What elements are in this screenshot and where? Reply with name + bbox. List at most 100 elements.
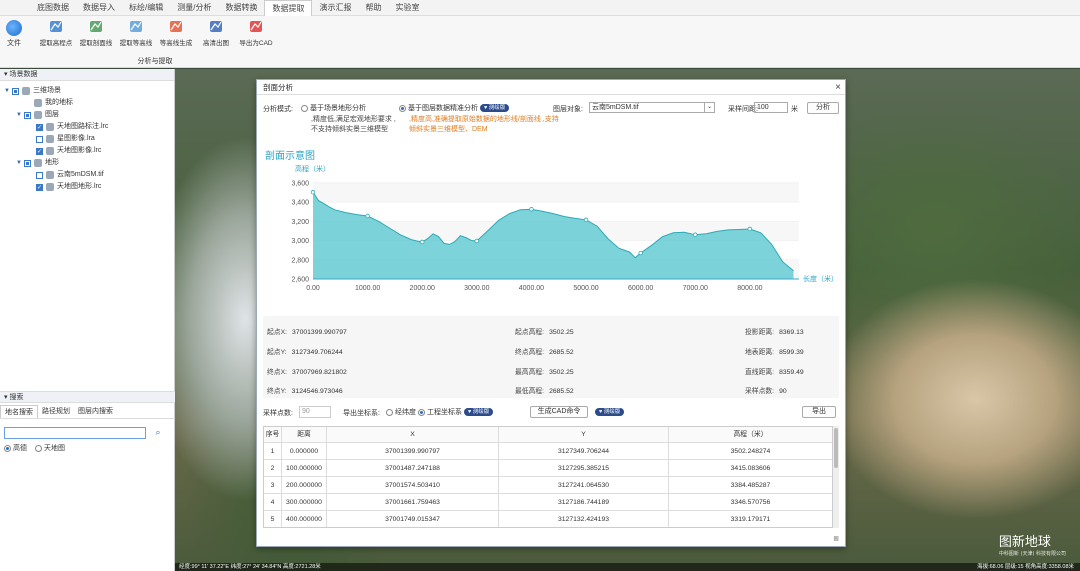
- sample-points-input[interactable]: 90: [299, 406, 331, 418]
- radio-icon: [35, 444, 42, 452]
- y-axis-label: 高程（米）: [295, 164, 330, 173]
- export-button[interactable]: 导出: [802, 406, 836, 418]
- search-input[interactable]: [4, 427, 146, 439]
- stat-value: 90: [779, 388, 787, 395]
- checkbox[interactable]: [24, 111, 31, 119]
- search-source-radio[interactable]: 高德: [4, 443, 27, 453]
- tree-node[interactable]: 天地图路标注.lrc: [4, 121, 174, 134]
- layer-file-icon: [46, 147, 54, 155]
- analyze-button[interactable]: 分析: [807, 102, 839, 114]
- search-source-radio[interactable]: 天地图: [35, 443, 65, 453]
- table-scrollbar[interactable]: [833, 426, 839, 528]
- stat-label: 最高高程:: [515, 369, 545, 376]
- expand-icon[interactable]: ▼: [16, 157, 24, 169]
- column-header[interactable]: Y: [499, 427, 669, 442]
- coord-latlon-radio[interactable]: 经纬度: [386, 407, 416, 417]
- coord-system-label: 导出坐标系:: [343, 410, 380, 417]
- mode-terrain-radio[interactable]: 基于场景地形分析 ,精度低,满足宏观地形要求 ,不支持倾斜实景三维模型: [301, 103, 396, 133]
- search-icon[interactable]: ⌕: [152, 426, 164, 438]
- tree-node[interactable]: 天地图影像.lrc: [4, 145, 174, 158]
- tree-node[interactable]: ▼ 三维场景: [4, 85, 174, 97]
- menu-item[interactable]: 演示汇报: [312, 0, 358, 16]
- table-row[interactable]: 4 300.000000 37001661.759463 3127186.744189…: [264, 494, 832, 511]
- tool-button[interactable]: 等高线生成: [156, 18, 196, 47]
- x-tick-label: 7000.00: [683, 285, 708, 292]
- table-cell: 37001487.247188: [327, 460, 499, 476]
- tool-button[interactable]: 提取高程点: [36, 18, 76, 47]
- table-cell: 3127295.385215: [499, 460, 669, 476]
- tool-button[interactable]: 高清出图: [196, 18, 236, 47]
- file-button[interactable]: 文件: [4, 20, 24, 48]
- table-cell: 3127186.744189: [499, 494, 669, 510]
- table-header: 序号 距离 X Y 高程（米）: [264, 427, 832, 443]
- checkbox[interactable]: [36, 171, 43, 179]
- column-header[interactable]: 序号: [264, 427, 282, 442]
- checkbox[interactable]: [36, 135, 43, 143]
- menu-item[interactable]: 实验室: [388, 0, 426, 16]
- profile-data-table: 序号 距离 X Y 高程（米） 1 0.000000 37001399.990797 31273…: [263, 426, 833, 528]
- profile-analysis-dialog: 剖面分析 × 分析模式: 基于场景地形分析 ,精度低,满足宏观地形要求 ,不支持…: [256, 79, 846, 547]
- column-header[interactable]: X: [327, 427, 499, 442]
- contour-generate-icon: [170, 21, 182, 32]
- search-tabs: 地名搜索 路径规划 图层内搜索: [0, 405, 175, 419]
- radio-icon: [399, 104, 406, 112]
- search-tab[interactable]: 图层内搜索: [74, 405, 117, 418]
- file-icon: [6, 20, 22, 36]
- resize-grip-icon[interactable]: ▩: [833, 535, 839, 542]
- checkbox[interactable]: [36, 122, 43, 134]
- search-tab[interactable]: 地名搜索: [0, 405, 38, 418]
- tree-node[interactable]: ▼ 地形: [4, 157, 174, 169]
- table-cell: 3127241.064530: [499, 477, 669, 493]
- menu-item[interactable]: 数据导入: [76, 0, 122, 16]
- profile-chart: 2,600 2,800 3,000 3,200 3,400 3,600 0.00 1000.0…: [263, 144, 839, 310]
- layer-object-select[interactable]: 云南5mDSM.tif ⌄: [589, 102, 715, 113]
- chevron-down-icon[interactable]: ⌄: [704, 103, 714, 112]
- y-tick-label: 2,600: [291, 277, 309, 284]
- menu-item[interactable]: 标绘/编辑: [122, 0, 170, 16]
- generate-cad-button[interactable]: 生成CAD命令: [530, 406, 588, 418]
- checkbox[interactable]: [24, 159, 31, 167]
- checkbox[interactable]: [36, 146, 43, 158]
- dialog-title-bar: 剖面分析 ×: [257, 80, 845, 95]
- mode-layer-radio[interactable]: 基于图层数据精准分析 ♥ 测绘版 ,精度高,准确提取原始数据的地形线/剖面线 ,…: [399, 103, 559, 133]
- tree-node-label: 地形: [45, 159, 59, 166]
- table-row[interactable]: 5 400.000000 37001749.015347 3127132.424193…: [264, 511, 832, 527]
- checkbox[interactable]: [12, 87, 19, 95]
- tool-button[interactable]: 提取剖面线: [76, 18, 116, 47]
- stat-value: 37007969.821802: [292, 369, 347, 376]
- x-tick-label: 2000.00: [410, 285, 435, 292]
- menu-item[interactable]: 帮助: [358, 0, 388, 16]
- expand-icon[interactable]: ▼: [16, 109, 24, 121]
- tree-node-label: 天地图路标注.lrc: [57, 123, 109, 130]
- stat-value: 3127349.706244: [291, 349, 343, 356]
- y-tick-label: 3,600: [291, 180, 309, 187]
- menu-item[interactable]: 测量/分析: [170, 0, 218, 16]
- layer-file-icon: [46, 171, 54, 179]
- column-header[interactable]: 距离: [282, 427, 327, 442]
- tree-node[interactable]: 星图影像.lra: [4, 133, 174, 145]
- table-row[interactable]: 3 200.000000 37001574.503410 3127241.064530…: [264, 477, 832, 494]
- table-row[interactable]: 1 0.000000 37001399.990797 3127349.706244 35…: [264, 443, 832, 460]
- tree-node[interactable]: 我的地标: [4, 97, 174, 109]
- profile-marker: [365, 213, 370, 219]
- search-tab[interactable]: 路径规划: [38, 405, 74, 418]
- column-header[interactable]: 高程（米）: [669, 427, 832, 442]
- menu-item[interactable]: 底图数据: [30, 0, 76, 16]
- tree-node[interactable]: 云南5mDSM.tif: [4, 169, 174, 181]
- tree-node[interactable]: ▼ 图层: [4, 109, 174, 121]
- tree-node[interactable]: 天地图地形.lrc: [4, 181, 174, 194]
- table-row[interactable]: 2 100.000000 37001487.247188 3127295.385215…: [264, 460, 832, 477]
- tool-button[interactable]: 提取等高线: [116, 18, 156, 47]
- profile-marker: [583, 217, 589, 223]
- profile-marker: [474, 238, 480, 244]
- close-icon[interactable]: ×: [835, 80, 841, 95]
- chart-title: 剖面示意图: [265, 151, 315, 162]
- coord-engineering-radio[interactable]: 工程坐标系 ♥ 测绘版: [418, 407, 494, 417]
- checkbox[interactable]: [36, 182, 43, 194]
- menu-item[interactable]: 数据提取: [264, 0, 313, 16]
- expand-icon[interactable]: ▼: [4, 85, 12, 97]
- tool-label: 提取剖面线: [79, 40, 113, 47]
- menu-item[interactable]: 数据转换: [218, 0, 264, 16]
- tool-button[interactable]: 导出为CAD: [236, 18, 276, 47]
- sample-interval-input[interactable]: 100: [754, 102, 788, 113]
